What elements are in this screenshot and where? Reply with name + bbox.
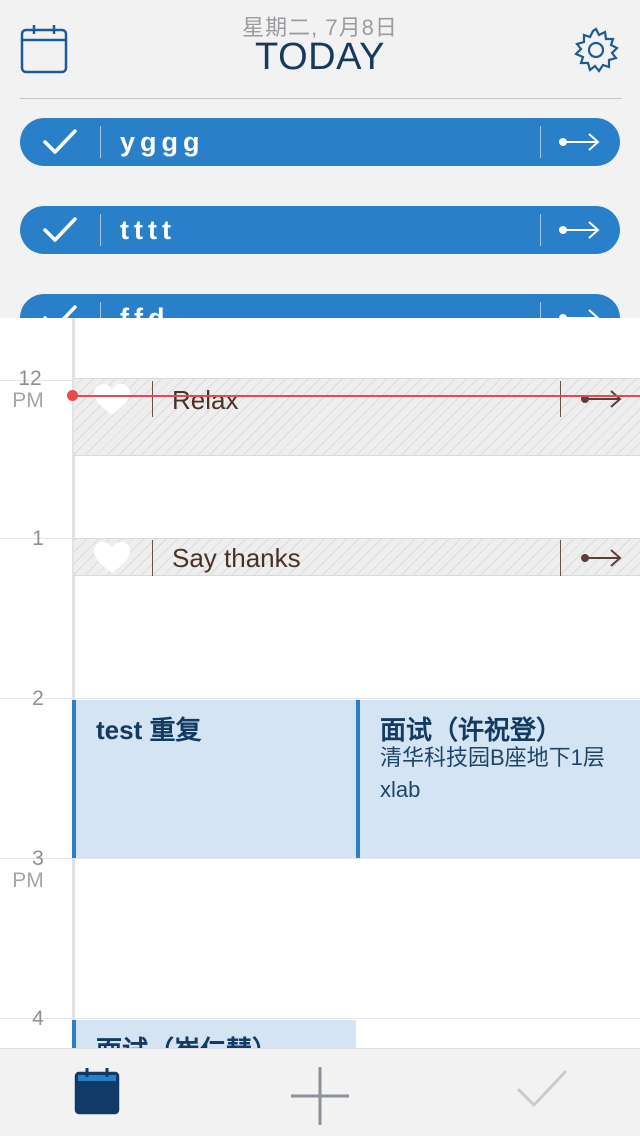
task-label: tttt: [120, 215, 176, 245]
hour-label: 4: [32, 1007, 44, 1030]
tab-calendar[interactable]: [74, 1067, 122, 1121]
task-label: yggg: [120, 127, 205, 157]
task-divider: [100, 126, 101, 158]
calendar-event[interactable]: test 重复: [72, 700, 356, 858]
event-divider: [152, 540, 153, 576]
tab-bar: [0, 1048, 640, 1136]
checkmark-icon[interactable]: [42, 216, 78, 244]
arrow-right-icon[interactable]: [558, 130, 602, 154]
hour-line: [0, 698, 640, 699]
gear-icon: [574, 27, 619, 73]
task-divider: [540, 126, 541, 158]
event-location: 清华科技园B座地下1层: [380, 745, 605, 770]
calendar-event[interactable]: 面试（崔仁彗）: [72, 1020, 356, 1048]
tab-done[interactable]: [516, 1067, 568, 1121]
current-time-line: [74, 395, 640, 397]
period-label: PM: [12, 869, 44, 892]
hour-label: 12: [18, 367, 42, 390]
hour-line: [0, 1018, 640, 1019]
header: 星期二, 7月8日 TODAY: [0, 0, 640, 100]
tab-add[interactable]: [290, 1067, 350, 1125]
hour-label: 1: [32, 527, 44, 550]
event-divider: [560, 381, 561, 417]
event-title: test 重复: [96, 715, 202, 745]
habit-event[interactable]: Relax: [74, 378, 640, 456]
arrow-right-icon[interactable]: [558, 218, 602, 242]
habit-label: Say thanks: [172, 543, 301, 573]
arrow-right-icon[interactable]: [580, 387, 624, 411]
task-divider: [100, 214, 101, 246]
checkmark-icon[interactable]: [42, 128, 78, 156]
heart-icon[interactable]: [92, 383, 132, 417]
day-calendar[interactable]: 12 PM 1 2 3 PM 4 Relax Say thanks test 重…: [0, 318, 640, 1048]
task-divider: [540, 214, 541, 246]
event-divider: [560, 540, 561, 576]
checkmark-icon: [516, 1069, 568, 1108]
event-location: xlab: [380, 777, 421, 802]
heart-icon[interactable]: [92, 541, 132, 575]
habit-event[interactable]: Say thanks: [74, 538, 640, 576]
page-title: TODAY: [255, 36, 385, 78]
plus-icon: [291, 1067, 349, 1125]
arrow-right-icon[interactable]: [580, 546, 624, 570]
event-divider: [152, 381, 153, 417]
current-time-dot: [67, 390, 78, 401]
task-item[interactable]: yggg: [20, 118, 620, 166]
calendar-filled-icon: [74, 1068, 120, 1115]
calendar-event[interactable]: 面试（许祝登） 清华科技园B座地下1层 xlab: [356, 700, 640, 858]
task-item[interactable]: tttt: [20, 206, 620, 254]
period-label: PM: [12, 389, 44, 412]
hour-label: 3: [32, 847, 44, 870]
hour-label: 2: [32, 687, 44, 710]
habit-label: Relax: [172, 385, 239, 415]
event-title: 面试（崔仁彗）: [96, 1030, 278, 1048]
header-divider: [20, 98, 622, 99]
hour-line: [0, 858, 640, 859]
settings-button[interactable]: [572, 26, 620, 74]
